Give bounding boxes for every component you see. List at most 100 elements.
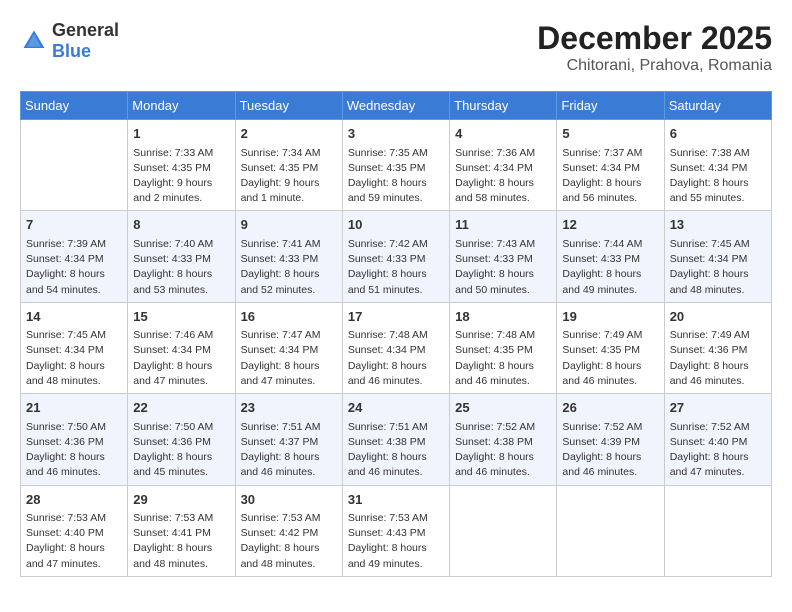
col-header-saturday: Saturday xyxy=(664,92,771,120)
day-info: Sunrise: 7:53 AMSunset: 4:41 PMDaylight:… xyxy=(133,511,229,572)
day-info: Sunrise: 7:39 AMSunset: 4:34 PMDaylight:… xyxy=(26,237,122,298)
calendar-cell: 18Sunrise: 7:48 AMSunset: 4:35 PMDayligh… xyxy=(450,302,557,393)
day-number: 19 xyxy=(562,307,658,327)
calendar-cell: 31Sunrise: 7:53 AMSunset: 4:43 PMDayligh… xyxy=(342,485,449,576)
col-header-wednesday: Wednesday xyxy=(342,92,449,120)
calendar-cell: 7Sunrise: 7:39 AMSunset: 4:34 PMDaylight… xyxy=(21,211,128,302)
calendar-cell: 9Sunrise: 7:41 AMSunset: 4:33 PMDaylight… xyxy=(235,211,342,302)
day-number: 22 xyxy=(133,398,229,418)
calendar-cell: 1Sunrise: 7:33 AMSunset: 4:35 PMDaylight… xyxy=(128,120,235,211)
day-info: Sunrise: 7:50 AMSunset: 4:36 PMDaylight:… xyxy=(26,420,122,481)
calendar-cell: 6Sunrise: 7:38 AMSunset: 4:34 PMDaylight… xyxy=(664,120,771,211)
calendar-cell: 17Sunrise: 7:48 AMSunset: 4:34 PMDayligh… xyxy=(342,302,449,393)
day-number: 30 xyxy=(241,490,337,510)
calendar-week-3: 21Sunrise: 7:50 AMSunset: 4:36 PMDayligh… xyxy=(21,394,772,485)
calendar-cell: 4Sunrise: 7:36 AMSunset: 4:34 PMDaylight… xyxy=(450,120,557,211)
day-info: Sunrise: 7:51 AMSunset: 4:37 PMDaylight:… xyxy=(241,420,337,481)
calendar-header-row: SundayMondayTuesdayWednesdayThursdayFrid… xyxy=(21,92,772,120)
day-number: 8 xyxy=(133,215,229,235)
calendar-week-1: 7Sunrise: 7:39 AMSunset: 4:34 PMDaylight… xyxy=(21,211,772,302)
calendar-cell: 23Sunrise: 7:51 AMSunset: 4:37 PMDayligh… xyxy=(235,394,342,485)
day-info: Sunrise: 7:37 AMSunset: 4:34 PMDaylight:… xyxy=(562,146,658,207)
day-info: Sunrise: 7:35 AMSunset: 4:35 PMDaylight:… xyxy=(348,146,444,207)
day-info: Sunrise: 7:51 AMSunset: 4:38 PMDaylight:… xyxy=(348,420,444,481)
day-number: 12 xyxy=(562,215,658,235)
calendar-week-4: 28Sunrise: 7:53 AMSunset: 4:40 PMDayligh… xyxy=(21,485,772,576)
page-header: General Blue December 2025 Chitorani, Pr… xyxy=(20,20,772,75)
day-info: Sunrise: 7:42 AMSunset: 4:33 PMDaylight:… xyxy=(348,237,444,298)
day-info: Sunrise: 7:38 AMSunset: 4:34 PMDaylight:… xyxy=(670,146,766,207)
calendar-cell: 8Sunrise: 7:40 AMSunset: 4:33 PMDaylight… xyxy=(128,211,235,302)
day-number: 16 xyxy=(241,307,337,327)
calendar-table: SundayMondayTuesdayWednesdayThursdayFrid… xyxy=(20,91,772,577)
calendar-cell: 22Sunrise: 7:50 AMSunset: 4:36 PMDayligh… xyxy=(128,394,235,485)
logo: General Blue xyxy=(20,20,119,62)
day-number: 9 xyxy=(241,215,337,235)
day-info: Sunrise: 7:49 AMSunset: 4:35 PMDaylight:… xyxy=(562,328,658,389)
day-number: 31 xyxy=(348,490,444,510)
day-info: Sunrise: 7:52 AMSunset: 4:39 PMDaylight:… xyxy=(562,420,658,481)
day-info: Sunrise: 7:46 AMSunset: 4:34 PMDaylight:… xyxy=(133,328,229,389)
day-info: Sunrise: 7:53 AMSunset: 4:42 PMDaylight:… xyxy=(241,511,337,572)
col-header-monday: Monday xyxy=(128,92,235,120)
logo-icon xyxy=(20,27,48,55)
calendar-cell xyxy=(664,485,771,576)
day-number: 7 xyxy=(26,215,122,235)
day-info: Sunrise: 7:47 AMSunset: 4:34 PMDaylight:… xyxy=(241,328,337,389)
day-number: 1 xyxy=(133,124,229,144)
calendar-cell xyxy=(557,485,664,576)
calendar-cell: 28Sunrise: 7:53 AMSunset: 4:40 PMDayligh… xyxy=(21,485,128,576)
day-number: 4 xyxy=(455,124,551,144)
day-number: 24 xyxy=(348,398,444,418)
calendar-cell: 13Sunrise: 7:45 AMSunset: 4:34 PMDayligh… xyxy=(664,211,771,302)
day-number: 13 xyxy=(670,215,766,235)
logo-general: General xyxy=(52,20,119,40)
day-info: Sunrise: 7:43 AMSunset: 4:33 PMDaylight:… xyxy=(455,237,551,298)
calendar-cell: 12Sunrise: 7:44 AMSunset: 4:33 PMDayligh… xyxy=(557,211,664,302)
logo-blue: Blue xyxy=(52,41,91,61)
main-title: December 2025 xyxy=(537,20,772,57)
calendar-cell: 26Sunrise: 7:52 AMSunset: 4:39 PMDayligh… xyxy=(557,394,664,485)
calendar-cell xyxy=(450,485,557,576)
day-info: Sunrise: 7:36 AMSunset: 4:34 PMDaylight:… xyxy=(455,146,551,207)
day-info: Sunrise: 7:52 AMSunset: 4:40 PMDaylight:… xyxy=(670,420,766,481)
day-number: 20 xyxy=(670,307,766,327)
day-info: Sunrise: 7:50 AMSunset: 4:36 PMDaylight:… xyxy=(133,420,229,481)
col-header-thursday: Thursday xyxy=(450,92,557,120)
day-number: 5 xyxy=(562,124,658,144)
calendar-cell: 30Sunrise: 7:53 AMSunset: 4:42 PMDayligh… xyxy=(235,485,342,576)
day-info: Sunrise: 7:53 AMSunset: 4:43 PMDaylight:… xyxy=(348,511,444,572)
calendar-cell: 21Sunrise: 7:50 AMSunset: 4:36 PMDayligh… xyxy=(21,394,128,485)
day-info: Sunrise: 7:34 AMSunset: 4:35 PMDaylight:… xyxy=(241,146,337,207)
day-info: Sunrise: 7:33 AMSunset: 4:35 PMDaylight:… xyxy=(133,146,229,207)
day-number: 29 xyxy=(133,490,229,510)
day-number: 2 xyxy=(241,124,337,144)
col-header-sunday: Sunday xyxy=(21,92,128,120)
calendar-cell: 29Sunrise: 7:53 AMSunset: 4:41 PMDayligh… xyxy=(128,485,235,576)
day-number: 21 xyxy=(26,398,122,418)
calendar-cell: 24Sunrise: 7:51 AMSunset: 4:38 PMDayligh… xyxy=(342,394,449,485)
calendar-cell: 16Sunrise: 7:47 AMSunset: 4:34 PMDayligh… xyxy=(235,302,342,393)
calendar-cell: 11Sunrise: 7:43 AMSunset: 4:33 PMDayligh… xyxy=(450,211,557,302)
subtitle: Chitorani, Prahova, Romania xyxy=(537,57,772,75)
calendar-cell: 5Sunrise: 7:37 AMSunset: 4:34 PMDaylight… xyxy=(557,120,664,211)
day-number: 6 xyxy=(670,124,766,144)
calendar-cell: 15Sunrise: 7:46 AMSunset: 4:34 PMDayligh… xyxy=(128,302,235,393)
day-info: Sunrise: 7:49 AMSunset: 4:36 PMDaylight:… xyxy=(670,328,766,389)
calendar-cell: 2Sunrise: 7:34 AMSunset: 4:35 PMDaylight… xyxy=(235,120,342,211)
day-number: 3 xyxy=(348,124,444,144)
day-info: Sunrise: 7:48 AMSunset: 4:34 PMDaylight:… xyxy=(348,328,444,389)
day-number: 26 xyxy=(562,398,658,418)
day-number: 17 xyxy=(348,307,444,327)
day-number: 15 xyxy=(133,307,229,327)
day-info: Sunrise: 7:41 AMSunset: 4:33 PMDaylight:… xyxy=(241,237,337,298)
day-number: 18 xyxy=(455,307,551,327)
calendar-cell: 3Sunrise: 7:35 AMSunset: 4:35 PMDaylight… xyxy=(342,120,449,211)
calendar-week-2: 14Sunrise: 7:45 AMSunset: 4:34 PMDayligh… xyxy=(21,302,772,393)
col-header-tuesday: Tuesday xyxy=(235,92,342,120)
calendar-week-0: 1Sunrise: 7:33 AMSunset: 4:35 PMDaylight… xyxy=(21,120,772,211)
calendar-cell xyxy=(21,120,128,211)
calendar-cell: 27Sunrise: 7:52 AMSunset: 4:40 PMDayligh… xyxy=(664,394,771,485)
calendar-cell: 25Sunrise: 7:52 AMSunset: 4:38 PMDayligh… xyxy=(450,394,557,485)
day-number: 23 xyxy=(241,398,337,418)
